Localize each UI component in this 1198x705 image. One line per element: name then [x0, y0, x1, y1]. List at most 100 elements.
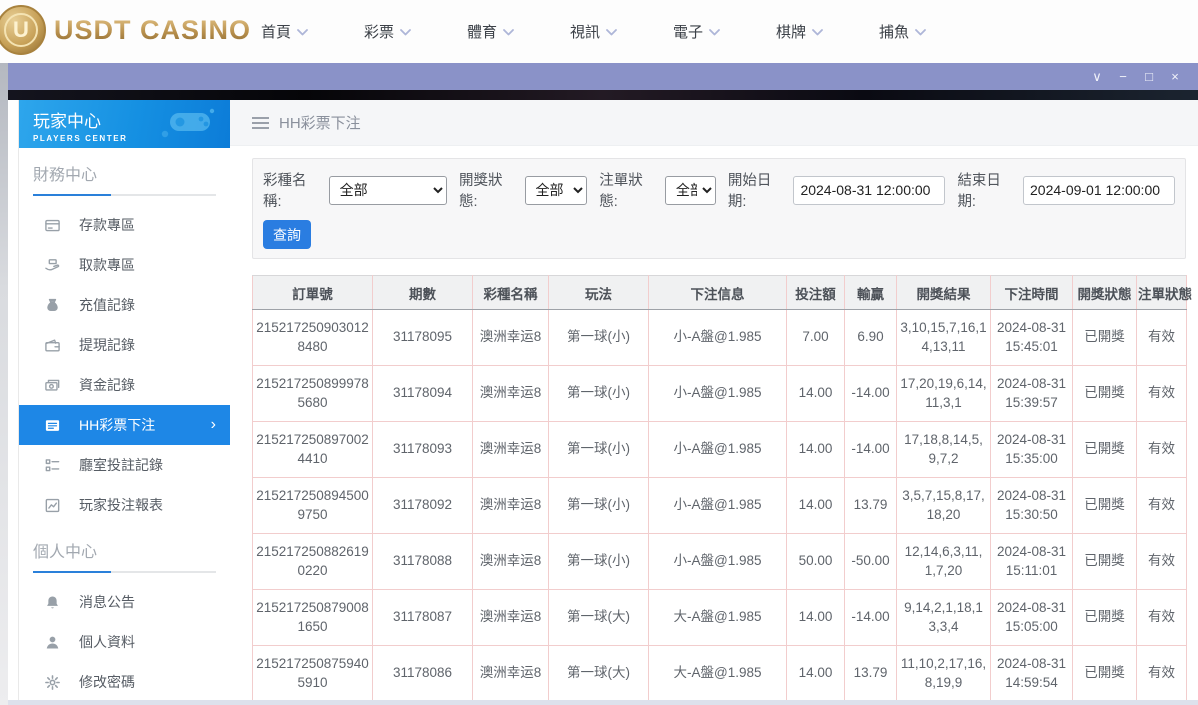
table-cell: 14.00 — [786, 421, 845, 478]
nav-item[interactable]: 彩票 — [336, 21, 439, 42]
table-cell: 31178092 — [372, 477, 473, 534]
table-cell: 有效 — [1136, 645, 1187, 702]
withdrawal-record-icon — [44, 336, 62, 354]
sidebar-item-label: 提現記錄 — [79, 337, 135, 353]
table-cell: 澳洲幸运8 — [472, 365, 549, 422]
table-cell: 已開獎 — [1072, 645, 1137, 702]
window-minimize-icon[interactable]: − — [1110, 63, 1136, 90]
table-cell: 2024-08-31 15:30:50 — [990, 477, 1073, 534]
table-cell: 小-A盤@1.985 — [648, 477, 787, 534]
column-header: 投注額 — [786, 275, 845, 310]
table-cell: 已開獎 — [1072, 309, 1137, 366]
sidebar-item-label: 個人資料 — [79, 634, 135, 650]
table-cell: 大-A盤@1.985 — [648, 645, 787, 702]
table-cell: 已開獎 — [1072, 365, 1137, 422]
start-date-input[interactable] — [793, 175, 946, 205]
sidebar-item-提現記錄[interactable]: 提現記錄 — [19, 325, 230, 365]
column-header: 訂單號 — [252, 275, 373, 310]
order-status-label: 注單狀態: — [599, 173, 643, 210]
nav-item[interactable]: 棋牌 — [748, 21, 851, 42]
table-cell: 50.00 — [786, 533, 845, 590]
table-cell: 有效 — [1136, 477, 1187, 534]
table-row: 2152172508999785680 31178094 澳洲幸运8 第一球(小) 小-… — [252, 365, 1187, 422]
nav-item[interactable]: 視訊 — [542, 21, 645, 42]
sidebar-item-存款專區[interactable]: 存款專區 — [19, 205, 230, 245]
sidebar-item-label: 玩家投注報表 — [79, 497, 163, 513]
table-cell: 澳洲幸运8 — [472, 477, 549, 534]
start-date-label: 開始日期: — [727, 173, 772, 210]
table-cell: 2024-08-31 15:35:00 — [990, 421, 1073, 478]
table-cell: 3,5,7,15,8,17,18,20 — [896, 477, 991, 534]
chevron-down-icon — [915, 29, 926, 36]
table-cell: 2152172508999785680 — [252, 365, 373, 422]
table-cell: 小-A盤@1.985 — [648, 533, 787, 590]
table-cell: 31178093 — [372, 421, 473, 478]
window-close-icon[interactable]: × — [1162, 63, 1188, 90]
profile-icon — [44, 633, 62, 651]
sidebar-header: 玩家中心 PLAYERS CENTER — [19, 100, 230, 148]
section-underline — [33, 194, 216, 196]
chevron-right-icon: › — [210, 416, 216, 433]
nav-item[interactable]: 首頁 — [233, 21, 336, 42]
table-cell: 澳洲幸运8 — [472, 533, 549, 590]
nav-item-label: 捕魚 — [878, 24, 909, 41]
chevron-down-icon — [812, 29, 823, 36]
table-cell: 2024-08-31 15:39:57 — [990, 365, 1073, 422]
withdraw-icon — [44, 256, 62, 274]
table-cell: 3,10,15,7,16,14,13,11 — [896, 309, 991, 366]
nav-item-label: 彩票 — [363, 24, 394, 41]
table-cell: -50.00 — [844, 533, 897, 590]
search-button[interactable]: 查詢 — [263, 220, 311, 249]
table-row: 2152172509030128480 31178095 澳洲幸运8 第一球(小) 小-… — [252, 309, 1187, 366]
end-date-input[interactable] — [1023, 175, 1176, 205]
table-cell: 7.00 — [786, 309, 845, 366]
table-cell: 小-A盤@1.985 — [648, 309, 787, 366]
sidebar-item-HH彩票下注[interactable]: HH彩票下注 › — [19, 405, 230, 445]
end-date-label: 結束日期: — [957, 173, 1001, 210]
nav-item[interactable]: 捕魚 — [851, 21, 954, 42]
sidebar-item-個人資料[interactable]: 個人資料 — [19, 622, 230, 662]
sidebar-item-修改密碼[interactable]: 修改密碼 — [19, 662, 230, 702]
sidebar-item-資金記錄[interactable]: 資金記錄 — [19, 365, 230, 405]
main-content: HH彩票下注 彩種名稱: 全部 開獎狀態: 全部 注單狀態: 全部 開始日期: … — [230, 100, 1198, 705]
table-row: 2152172508945009750 31178092 澳洲幸运8 第一球(小) 小-… — [252, 477, 1187, 534]
draw-status-select[interactable]: 全部 — [524, 175, 588, 205]
main-nav: 首頁 彩票 體育 視訊 電子 棋牌 捕魚 — [233, 0, 954, 63]
table-cell: 澳洲幸运8 — [472, 309, 549, 366]
sidebar-item-取款專區[interactable]: 取款專區 — [19, 245, 230, 285]
sidebar-item-label: 充值記錄 — [79, 297, 135, 313]
table-cell: 31178094 — [372, 365, 473, 422]
lottery-name-select[interactable]: 全部 — [328, 175, 447, 205]
table-cell: 31178086 — [372, 645, 473, 702]
nav-item[interactable]: 體育 — [439, 21, 542, 42]
sidebar-item-廳室投註記錄[interactable]: 廳室投註記錄 — [19, 445, 230, 485]
sidebar-sections: 財務中心 存款專區 取款專區 充值記錄 提現記錄 資金記錄 HH彩票下注 › 廳室投註記錄 玩家投… — [19, 161, 230, 705]
table-cell: 2024-08-31 15:45:01 — [990, 309, 1073, 366]
window-dropdown-icon[interactable]: ∨ — [1084, 63, 1110, 90]
sidebar-item-label: 廳室投註記錄 — [79, 457, 163, 473]
chevron-down-icon — [400, 29, 411, 36]
sidebar-item-label: 消息公告 — [79, 594, 135, 610]
nav-item[interactable]: 電子 — [645, 21, 748, 42]
table-cell: 2152172509030128480 — [252, 309, 373, 366]
column-header: 下注時間 — [990, 275, 1073, 310]
table-cell: 澳洲幸运8 — [472, 589, 549, 646]
table-cell: 已開獎 — [1072, 421, 1137, 478]
sidebar-item-充值記錄[interactable]: 充值記錄 — [19, 285, 230, 325]
table-cell: 第一球(小) — [548, 309, 649, 366]
gamepad-icon — [161, 108, 215, 138]
table-cell: 2152172508945009750 — [252, 477, 373, 534]
nav-item-label: 首頁 — [260, 24, 291, 41]
menu-toggle-icon[interactable] — [252, 116, 269, 129]
sidebar-item-消息公告[interactable]: 消息公告 — [19, 582, 230, 622]
window-maximize-icon[interactable]: □ — [1136, 63, 1162, 90]
table-cell: 有效 — [1136, 421, 1187, 478]
table-row: 2152172508790081650 31178087 澳洲幸运8 第一球(大) 大-… — [252, 589, 1187, 646]
column-header: 輸贏 — [844, 275, 897, 310]
table-cell: 有效 — [1136, 309, 1187, 366]
sidebar-item-玩家投注報表[interactable]: 玩家投注報表 — [19, 485, 230, 525]
order-status-select[interactable]: 全部 — [664, 175, 716, 205]
table-row: 2152172508759405910 31178086 澳洲幸运8 第一球(大) 大-… — [252, 645, 1187, 702]
table-cell: 有效 — [1136, 589, 1187, 646]
room-bet-record-icon — [44, 456, 62, 474]
